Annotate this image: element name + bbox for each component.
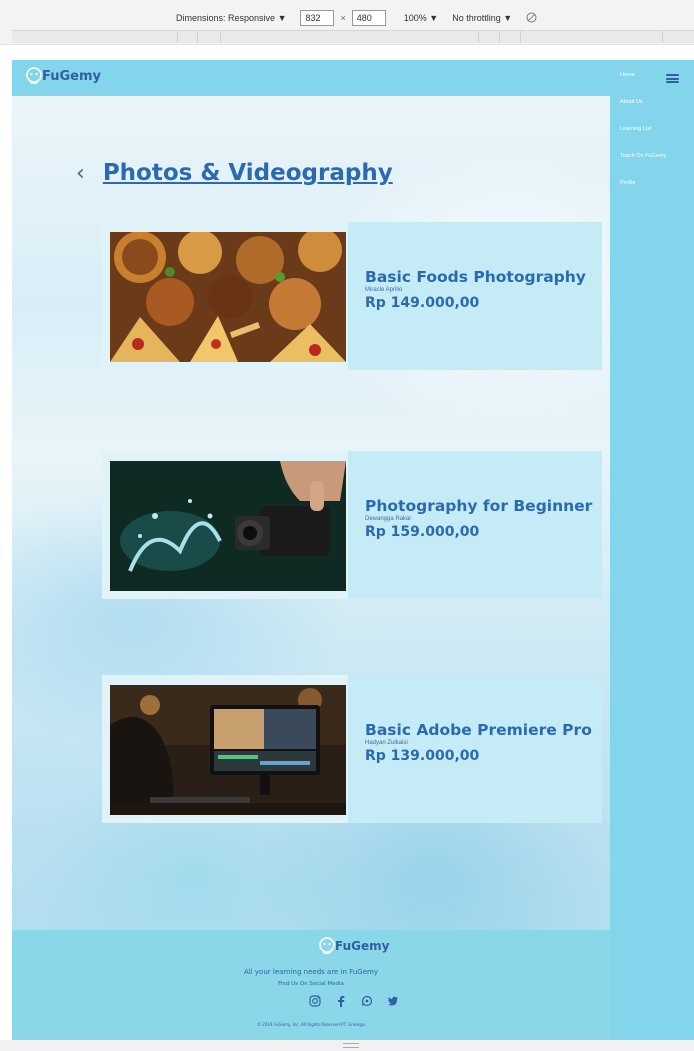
back-chevron-icon[interactable]: ‹ [76,161,85,186]
footer-find-us: Find Us On Social Media [278,981,344,987]
width-input[interactable]: 832 [300,10,335,26]
nav-item-learning-list[interactable]: Learning List [620,126,652,132]
site-footer: FuGemy All your learning needs are in Fu… [12,930,610,1040]
course-image-frame [102,222,348,370]
food-photo [110,232,346,362]
course-image-frame [102,675,348,823]
chevron-down-icon: ▼ [503,13,513,23]
course-price: Rp 139.000,00 [365,748,480,764]
logo-icon [26,67,42,85]
device-toolbar-row: Dimensions: Responsive ▼ 832 × 480 100% … [176,8,537,28]
video-editing-photo [110,685,346,815]
camera-splash-photo [110,461,346,591]
footer-tagline: All your learning needs are in FuGemy [244,968,378,976]
instagram-icon[interactable] [308,994,322,1008]
course-author: Hadyan Zulkaisi [365,740,408,746]
course-title[interactable]: Photography for Beginner [365,497,592,515]
chevron-down-icon: ▼ [429,13,439,23]
times-sign: × [340,13,346,23]
nav-item-teach-on-fugemy[interactable]: Teach On FuGemy [620,153,666,159]
course-info: Basic Foods Photography Miracle Aprilio … [348,222,586,370]
brand-name: FuGemy [42,68,101,84]
page-title[interactable]: Photos & Videography [103,160,393,186]
nav-item-about-us[interactable]: About Us [620,99,643,105]
top-navbar: FuGemy [12,60,610,96]
social-links [308,994,400,1008]
side-menu: Home About Us Learning List Teach On FuG… [610,60,694,1040]
course-price: Rp 159.000,00 [365,524,480,540]
media-query-ruler [12,30,694,43]
course-image-frame [102,451,348,599]
height-input[interactable]: 480 [351,10,386,26]
logo-icon [319,937,335,955]
course-card[interactable]: Basic Adobe Premiere Pro Hadyan Zulkaisi… [102,675,602,823]
course-title[interactable]: Basic Adobe Premiere Pro [365,721,592,739]
course-info: Basic Adobe Premiere Pro Hadyan Zulkaisi… [348,675,592,823]
footer-logo[interactable]: FuGemy [317,936,389,956]
footer-copyright: © 2019 FuGemy, Inc. All Rights Reserved … [257,1022,365,1027]
nav-item-home[interactable]: Home [620,72,635,78]
hamburger-menu-icon[interactable] [666,74,679,83]
twitter-icon[interactable] [386,994,400,1008]
course-card[interactable]: Basic Foods Photography Miracle Aprilio … [102,222,602,370]
course-price: Rp 149.000,00 [365,295,480,311]
page-viewport: FuGemy Home About Us Learning List Teach… [12,60,694,1040]
facebook-icon[interactable] [334,994,348,1008]
throttling-label: No throttling [452,13,501,23]
course-card[interactable]: Photography for Beginner Dewangga Rakai … [102,451,602,599]
course-info: Photography for Beginner Dewangga Rakai … [348,451,592,599]
viewport-bottom-bar [0,1040,694,1051]
dimensions-dropdown[interactable]: Dimensions: Responsive ▼ [176,13,286,23]
dimensions-label: Dimensions: Responsive [176,13,276,23]
zoom-dropdown[interactable]: 100% ▼ [404,13,438,23]
page-header: ‹ Photos & Videography [76,160,393,186]
course-author: Miracle Aprilio [365,287,403,293]
chevron-down-icon: ▼ [277,13,287,23]
course-author: Dewangga Rakai [365,516,411,522]
course-title[interactable]: Basic Foods Photography [365,268,586,286]
brand-name: FuGemy [335,939,390,953]
zoom-label: 100% [403,13,427,23]
nav-item-profile[interactable]: Profile [620,180,636,186]
whatsapp-icon[interactable] [360,994,374,1008]
throttling-dropdown[interactable]: No throttling ▼ [452,13,512,23]
rotate-icon[interactable] [526,12,537,25]
resize-handle[interactable] [343,1043,359,1048]
devtools-toolbar: Dimensions: Responsive ▼ 832 × 480 100% … [0,0,694,45]
brand-logo[interactable]: FuGemy [24,66,101,86]
